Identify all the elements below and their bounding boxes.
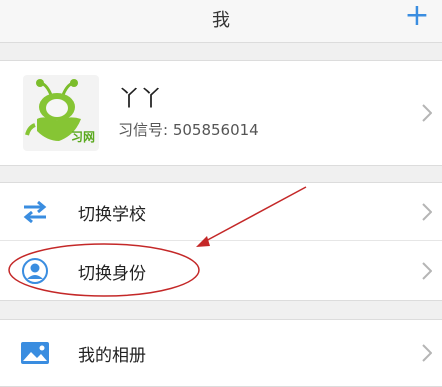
- switch-school-label: 切换学校: [78, 205, 146, 225]
- my-album-row[interactable]: 我的相册: [0, 324, 442, 382]
- picture-icon: [21, 342, 49, 364]
- divider: [0, 240, 442, 241]
- switch-school-row[interactable]: 切换学校: [0, 183, 442, 241]
- user-icon: [22, 258, 48, 284]
- user-id: 习信号: 505856014: [118, 121, 259, 139]
- chevron-right-icon: [422, 262, 432, 280]
- profile-card[interactable]: 习网 丫丫 习信号: 505856014: [0, 60, 442, 166]
- album-menu: 我的相册: [0, 319, 442, 387]
- user-name: 丫丫: [118, 87, 163, 112]
- switch-menu: 切换学校 切换身份: [0, 182, 442, 301]
- chevron-right-icon: [422, 344, 432, 362]
- switch-identity-label: 切换身份: [78, 264, 146, 284]
- chevron-right-icon: [422, 203, 432, 221]
- avatar: 习网: [23, 75, 99, 151]
- chevron-right-icon: [422, 104, 432, 122]
- switch-identity-row[interactable]: 切换身份: [0, 242, 442, 300]
- logo-text: 习网: [70, 130, 95, 144]
- top-bar: 我 +: [0, 0, 442, 43]
- add-button[interactable]: +: [402, 0, 432, 36]
- my-album-label: 我的相册: [78, 346, 146, 366]
- page-title: 我: [212, 10, 230, 31]
- swap-arrows-icon: [23, 200, 47, 224]
